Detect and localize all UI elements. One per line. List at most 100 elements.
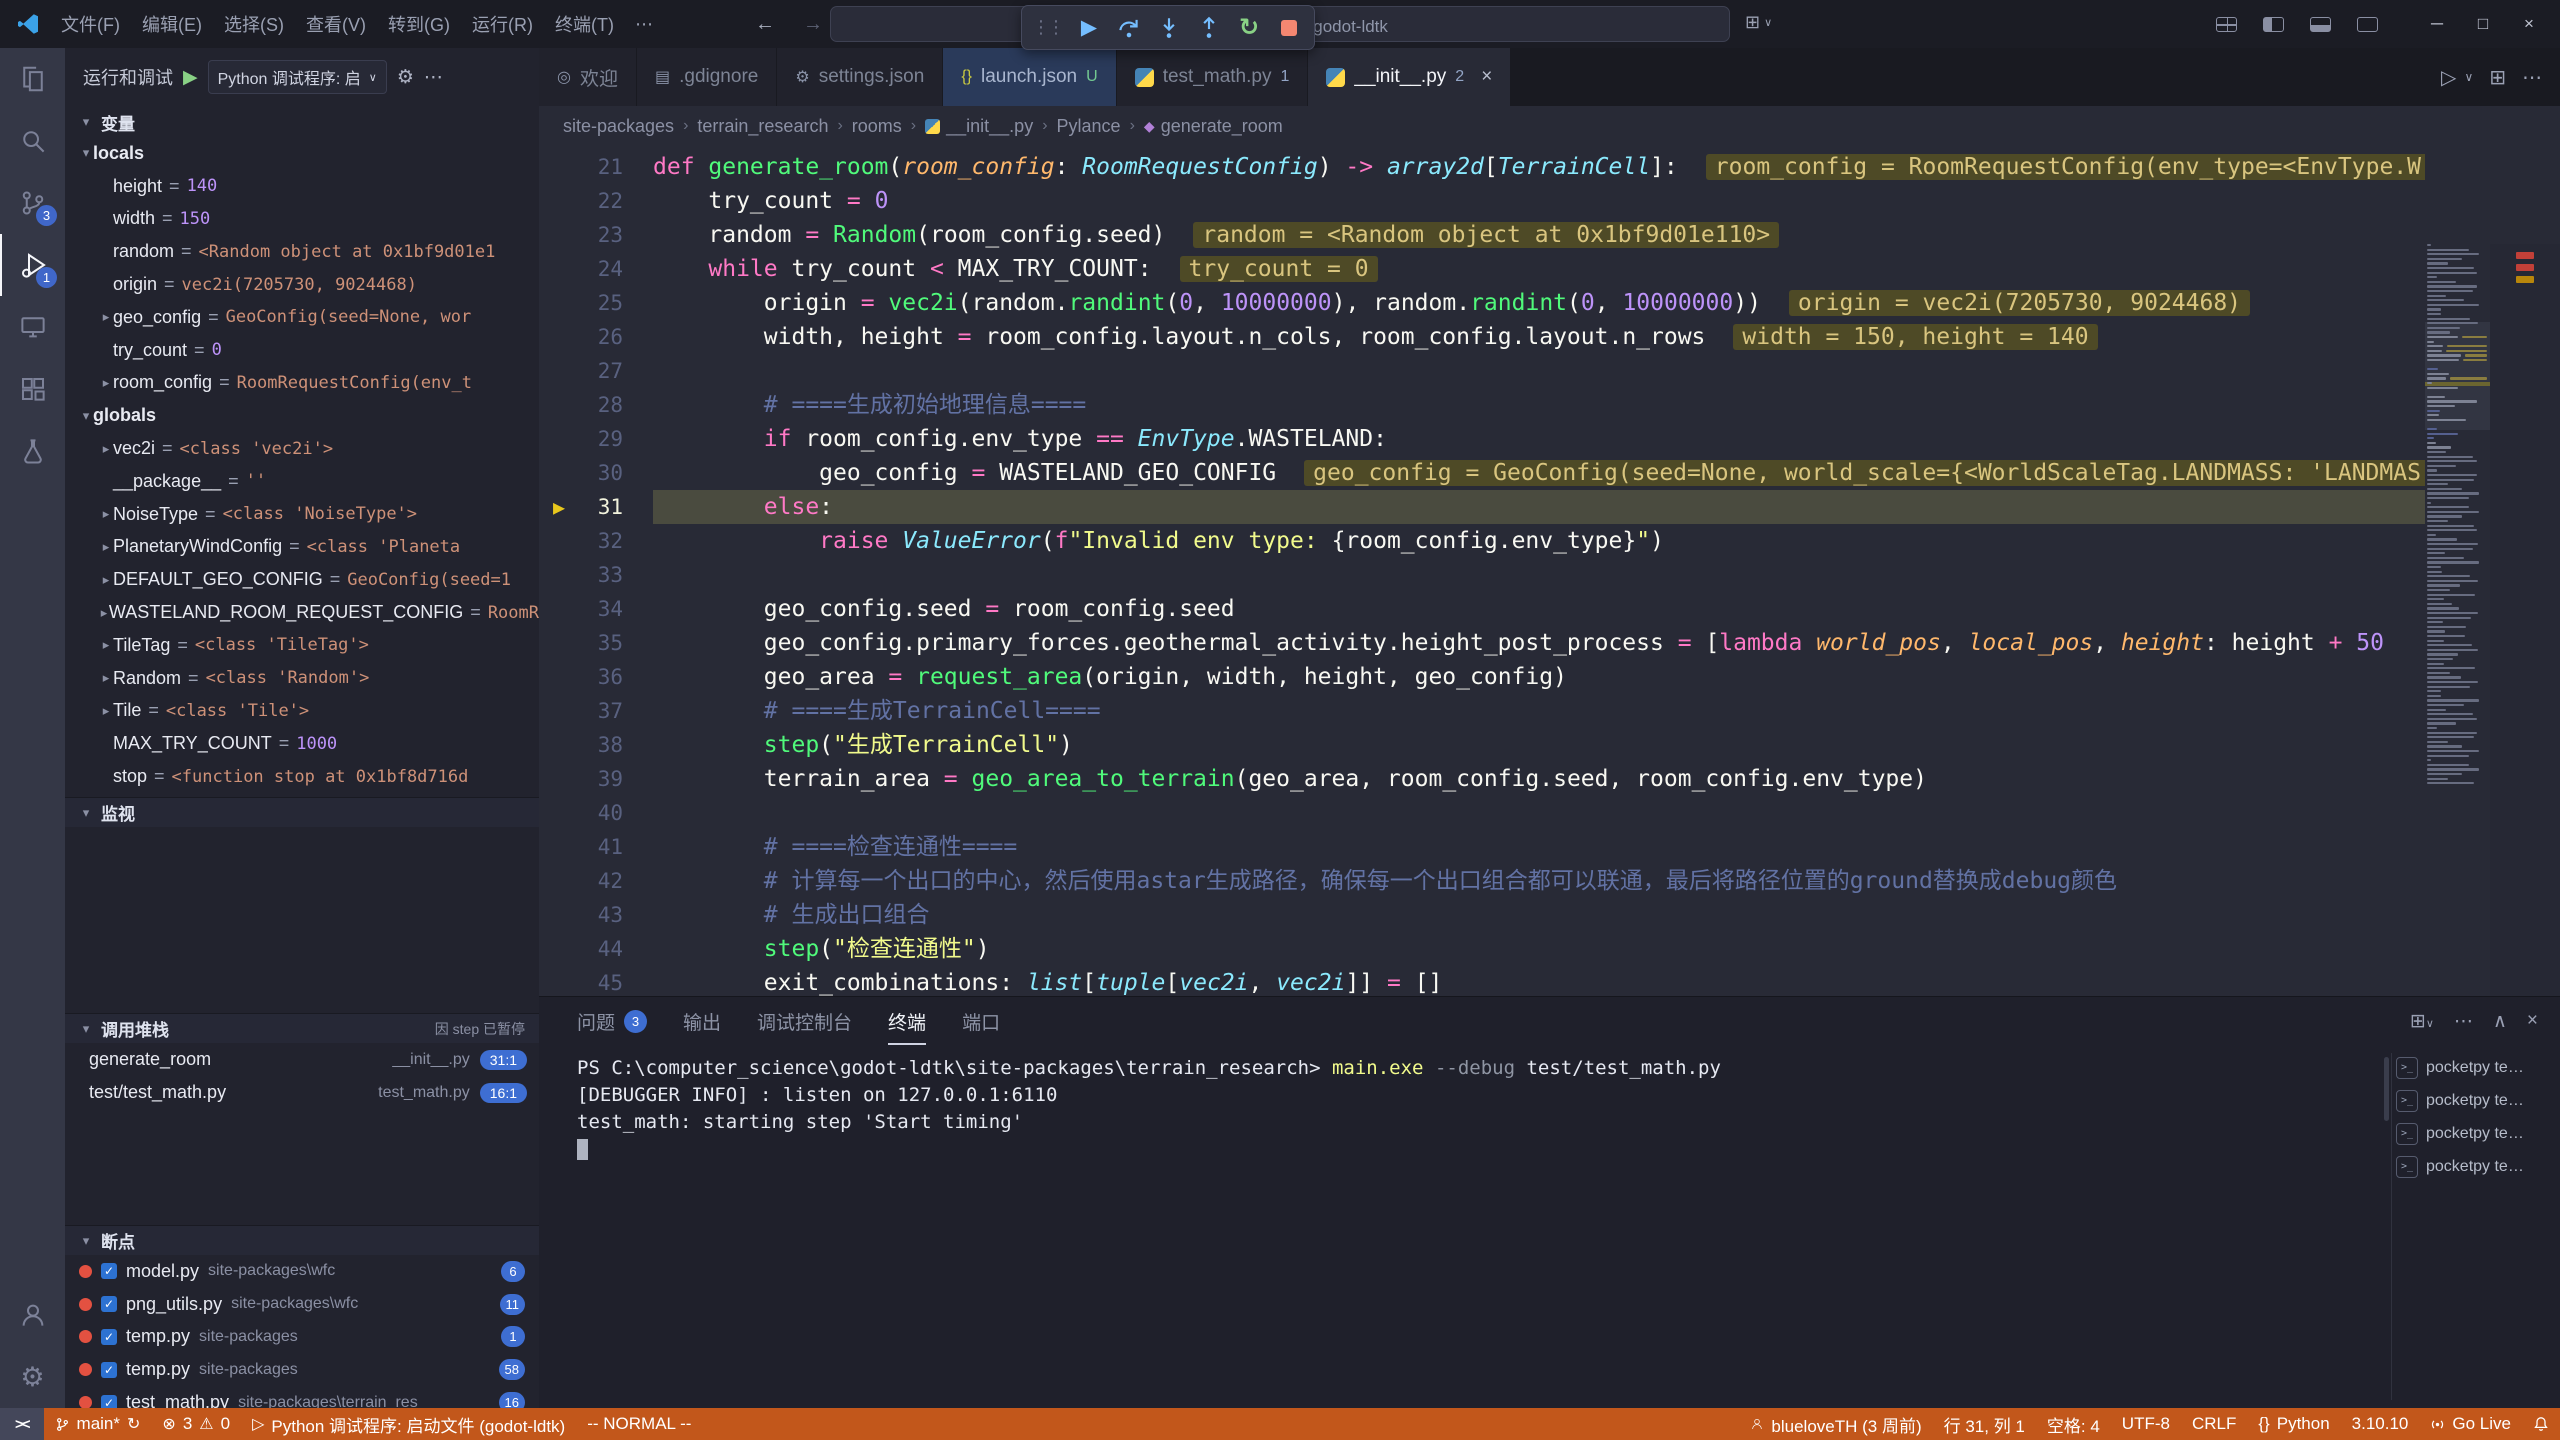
breakpoint-checkbox[interactable]: ✓	[101, 1296, 117, 1312]
variable-row[interactable]: ▸ WASTELAND_ROOM_REQUEST_CONFIG= RoomR	[65, 596, 539, 629]
code-line-32[interactable]: 32 raise ValueError(f"Invalid env type: …	[539, 524, 2425, 558]
breadcrumb-item[interactable]: __init__.py	[925, 116, 1033, 137]
watch-section-header[interactable]: ▾ 监视	[65, 797, 539, 827]
variables-section-header[interactable]: ▾ 变量	[65, 107, 539, 137]
panel-maximize-icon[interactable]: ∧	[2493, 1010, 2507, 1033]
tab-__init__.py[interactable]: __init__.py 2 ×	[1308, 48, 1511, 106]
menu-item[interactable]: 编辑(E)	[131, 11, 213, 37]
variable-row[interactable]: __package__= ''	[65, 465, 539, 498]
code-line-29[interactable]: 29 if room_config.env_type == EnvType.WA…	[539, 422, 2425, 456]
remote-indicator[interactable]: ><	[0, 1408, 44, 1440]
breadcrumb-item[interactable]: rooms	[852, 116, 902, 137]
tab-settings.json[interactable]: ⚙settings.json	[777, 48, 943, 106]
code-line-35[interactable]: 35 geo_config.primary_forces.geothermal_…	[539, 626, 2425, 660]
panel-tab-终端[interactable]: 终端	[888, 997, 926, 1045]
sync-icon[interactable]: ↻	[127, 1414, 140, 1434]
menu-overflow-icon[interactable]: ⋯	[625, 14, 663, 35]
variable-row[interactable]: ▸ Random= <class 'Random'>	[65, 662, 539, 695]
code-line-34[interactable]: 34 geo_config.seed = room_config.seed	[539, 592, 2425, 626]
run-options-chevron-icon[interactable]: ∨	[2464, 70, 2473, 84]
explorer-icon[interactable]	[0, 48, 65, 110]
variable-row[interactable]: ▸ vec2i= <class 'vec2i'>	[65, 432, 539, 465]
callstack-section-header[interactable]: ▾ 调用堆栈 因 step 已暂停	[65, 1013, 539, 1043]
variable-row[interactable]: ▸ Tile= <class 'Tile'>	[65, 695, 539, 728]
callstack-frame[interactable]: test/test_math.py test_math.py 16:1	[65, 1076, 539, 1109]
restart-button[interactable]: ↻	[1234, 13, 1264, 43]
code-line-40[interactable]: 40	[539, 796, 2425, 830]
step-into-button[interactable]	[1154, 13, 1184, 43]
toggle-panel-icon[interactable]	[2310, 17, 2331, 32]
close-icon[interactable]: ×	[1481, 66, 1492, 88]
source-control-icon[interactable]: 3	[0, 172, 65, 234]
terminal-instance[interactable]: >_ pocketpy te…	[2396, 1150, 2552, 1183]
encoding-status[interactable]: UTF-8	[2111, 1414, 2181, 1434]
menu-item[interactable]: 运行(R)	[461, 11, 544, 37]
breakpoint-row[interactable]: ✓ png_utils.py site-packages\wfc 11	[65, 1288, 539, 1321]
step-out-button[interactable]	[1194, 13, 1224, 43]
code-line-22[interactable]: 22 try_count = 0	[539, 184, 2425, 218]
debug-config-dropdown[interactable]: Python 调试程序: 启 ∨	[208, 60, 387, 94]
code-line-21[interactable]: 21 def generate_room(room_config: RoomRe…	[539, 150, 2425, 184]
callstack-frame[interactable]: generate_room __init__.py 31:1	[65, 1043, 539, 1076]
new-window-icon[interactable]: ⊞∨	[1745, 12, 1772, 33]
continue-button[interactable]: ▶	[1074, 13, 1104, 43]
code-line-23[interactable]: 23 random = Random(room_config.seed)rand…	[539, 218, 2425, 252]
views-more-icon[interactable]: ⋯	[424, 66, 443, 89]
close-button[interactable]: ×	[2506, 0, 2552, 48]
variable-row[interactable]: ▸ geo_config= GeoConfig(seed=None, wor	[65, 301, 539, 334]
variable-row[interactable]: MAX_TRY_COUNT= 1000	[65, 727, 539, 760]
forward-arrow-icon[interactable]: →	[803, 13, 823, 36]
code-line-30[interactable]: 30 geo_config = WASTELAND_GEO_CONFIGgeo_…	[539, 456, 2425, 490]
variable-row[interactable]: ▸ NoiseType= <class 'NoiseType'>	[65, 498, 539, 531]
debug-settings-gear-icon[interactable]: ⚙	[397, 66, 414, 89]
variable-row[interactable]: width= 150	[65, 203, 539, 236]
debug-config-status[interactable]: ▷ Python 调试程序: 启动文件 (godot-ldtk)	[241, 1412, 576, 1437]
panel-tab-问题[interactable]: 问题 3	[577, 997, 647, 1045]
language-status[interactable]: {}Python	[2247, 1414, 2340, 1434]
breakpoint-row[interactable]: ✓ temp.py site-packages 58	[65, 1353, 539, 1386]
code-editor[interactable]: 21 def generate_room(room_config: RoomRe…	[539, 146, 2560, 996]
remote-explorer-icon[interactable]	[0, 296, 65, 358]
code-line-36[interactable]: 36 geo_area = request_area(origin, width…	[539, 660, 2425, 694]
code-line-31[interactable]: ▶31 else:	[539, 490, 2425, 524]
eol-status[interactable]: CRLF	[2181, 1414, 2247, 1434]
breakpoint-row[interactable]: ✓ temp.py site-packages 1	[65, 1321, 539, 1354]
breadcrumb-item[interactable]: ◆ generate_room	[1144, 116, 1283, 137]
git-blame-status[interactable]: blueloveTH (3 周前)	[1739, 1412, 1932, 1437]
breakpoint-row[interactable]: ✓ model.py site-packages\wfc 6	[65, 1255, 539, 1288]
accounts-icon[interactable]	[0, 1284, 65, 1346]
breakpoints-section-header[interactable]: ▾ 断点	[65, 1225, 539, 1255]
editor-more-icon[interactable]: ⋯	[2522, 65, 2542, 90]
branch-status[interactable]: main* ↻	[44, 1414, 152, 1434]
variable-row[interactable]: try_count= 0	[65, 334, 539, 367]
menu-item[interactable]: 文件(F)	[50, 11, 131, 37]
variable-row[interactable]: ▸ DEFAULT_GEO_CONFIG= GeoConfig(seed=1	[65, 563, 539, 596]
menu-item[interactable]: 转到(G)	[377, 11, 461, 37]
panel-tab-调试控制台[interactable]: 调试控制台	[757, 997, 852, 1045]
testing-icon[interactable]	[0, 420, 65, 482]
settings-gear-icon[interactable]: ⚙	[0, 1346, 65, 1408]
minimap[interactable]	[2425, 244, 2490, 996]
code-line-28[interactable]: 28 # ====生成初始地理信息====	[539, 388, 2425, 422]
cursor-position-status[interactable]: 行 31, 列 1	[1933, 1412, 2036, 1437]
breadcrumb-item[interactable]: site-packages	[563, 116, 674, 137]
terminal-instance[interactable]: >_ pocketpy te…	[2396, 1084, 2552, 1117]
panel-close-icon[interactable]: ×	[2527, 1010, 2538, 1032]
terminal-instance[interactable]: >_ pocketpy te…	[2396, 1117, 2552, 1150]
terminal-output[interactable]: PS C:\computer_science\godot-ldtk\site-p…	[577, 1055, 2385, 1402]
menu-item[interactable]: 查看(V)	[295, 11, 377, 37]
maximize-button[interactable]: □	[2460, 0, 2506, 48]
step-over-button[interactable]	[1114, 13, 1144, 43]
minimize-button[interactable]: ─	[2414, 0, 2460, 48]
tab-test_math.py[interactable]: test_math.py 1	[1117, 48, 1309, 106]
customize-layout-icon[interactable]	[2216, 17, 2237, 32]
back-arrow-icon[interactable]: ←	[755, 13, 775, 36]
code-line-24[interactable]: 24 while try_count < MAX_TRY_COUNT:try_c…	[539, 252, 2425, 286]
run-python-file-icon[interactable]: ▷	[2441, 65, 2456, 90]
variable-row[interactable]: origin= vec2i(7205730, 9024468)	[65, 268, 539, 301]
variable-row[interactable]: ▸ room_config= RoomRequestConfig(env_t	[65, 367, 539, 400]
breakpoint-checkbox[interactable]: ✓	[101, 1329, 117, 1345]
breakpoint-checkbox[interactable]: ✓	[101, 1395, 117, 1408]
code-line-26[interactable]: 26 width, height = room_config.layout.n_…	[539, 320, 2425, 354]
variable-row[interactable]: stop= <function stop at 0x1bf8d716d	[65, 760, 539, 793]
